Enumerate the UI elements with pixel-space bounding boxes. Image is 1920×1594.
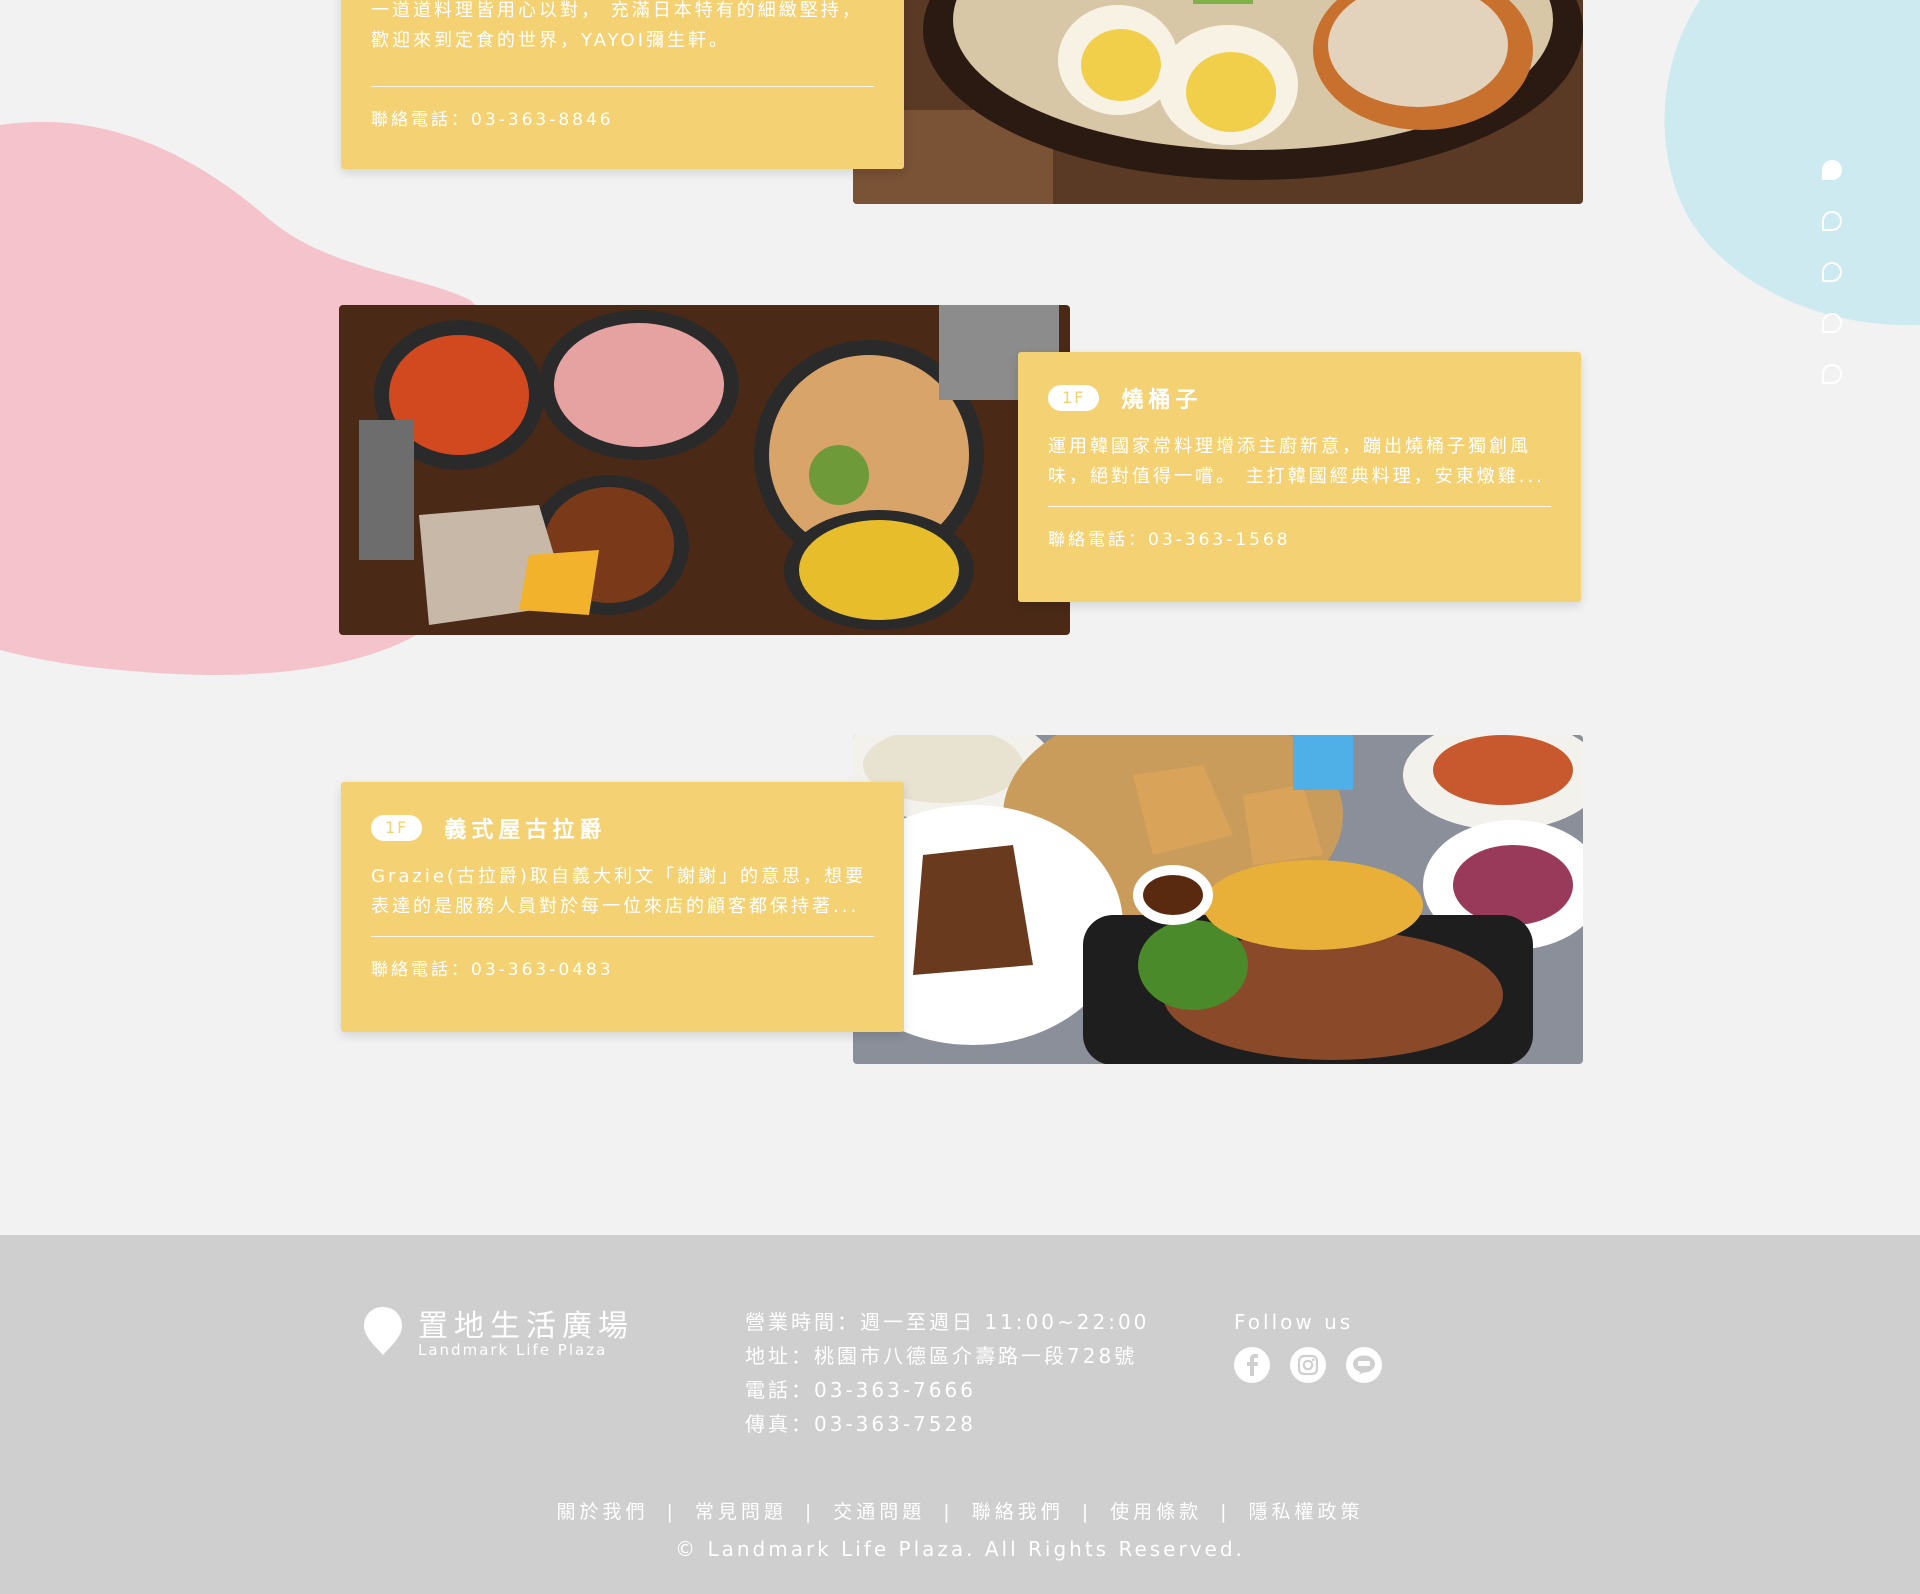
- section-nav-dot-4[interactable]: [1822, 313, 1842, 333]
- section-nav: [1822, 160, 1846, 415]
- link-separator: |: [666, 1501, 677, 1523]
- facebook-icon[interactable]: [1234, 1347, 1270, 1383]
- logo-chinese-name: 置地生活廣場: [418, 1309, 634, 1344]
- italian-meal-illustration: [853, 735, 1583, 1064]
- card-divider: [371, 936, 874, 937]
- follow-us: Follow us: [1234, 1305, 1382, 1383]
- site-footer: 置地生活廣場 Landmark Life Plaza 營業時間：週一至週日 11…: [0, 1235, 1920, 1594]
- floor-badge: 1F: [1048, 385, 1100, 411]
- section-nav-dot-1[interactable]: [1822, 160, 1842, 180]
- business-hours: 營業時間：週一至週日 11:00~22:00: [745, 1310, 1150, 1334]
- social-links: [1234, 1347, 1382, 1383]
- map-pin-icon: [364, 1307, 402, 1355]
- link-separator: |: [804, 1501, 816, 1523]
- card-divider: [1048, 506, 1551, 507]
- fax: 傳真：03-363-7528: [745, 1412, 976, 1436]
- card-divider: [371, 86, 874, 87]
- restaurant-card-grazie[interactable]: 1F 義式屋古拉爵 Grazie(古拉爵)取自義大利文「謝謝」的意思，想要表達的…: [341, 782, 904, 1032]
- link-about-us[interactable]: 關於我們: [556, 1501, 648, 1523]
- restaurant-card-shaotongzi[interactable]: 1F 燒桶子 運用韓國家常料理增添主廚新意，蹦出燒桶子獨創風味，絕對值得一嚐。 …: [1018, 352, 1581, 602]
- japanese-hotpot-photo[interactable]: [853, 0, 1583, 204]
- link-contact-us[interactable]: 聯絡我們: [972, 1501, 1064, 1523]
- follow-us-title: Follow us: [1234, 1310, 1354, 1334]
- line-icon[interactable]: [1346, 1347, 1382, 1383]
- blue-blob-decoration: [1664, 0, 1920, 326]
- section-nav-dot-2[interactable]: [1822, 211, 1842, 231]
- italian-steak-photo[interactable]: [853, 735, 1583, 1064]
- restaurant-card-yayoi[interactable]: 一道道料理皆用心以對， 充滿日本特有的細緻堅持， 歡迎來到定食的世界，YAYOI…: [341, 0, 904, 169]
- link-separator: |: [943, 1501, 954, 1523]
- logo-english-name: Landmark Life Plaza: [418, 1341, 608, 1359]
- section-nav-dot-5[interactable]: [1822, 364, 1842, 384]
- link-terms[interactable]: 使用條款: [1110, 1501, 1202, 1523]
- copyright: © Landmark Life Plaza. All Rights Reserv…: [675, 1537, 1245, 1561]
- restaurant-description: 一道道料理皆用心以對， 充滿日本特有的細緻堅持， 歡迎來到定食的世界，YAYOI…: [371, 0, 863, 51]
- footer-links: 關於我們 | 常見問題 | 交通問題 | 聯絡我們 | 使用條款 | 隱私權政策: [0, 1497, 1920, 1524]
- restaurant-phone: 聯絡電話：03-363-0483: [371, 960, 614, 980]
- korean-dishes-illustration: [339, 305, 1070, 635]
- instagram-icon[interactable]: [1290, 1347, 1326, 1383]
- restaurant-description: 運用韓國家常料理增添主廚新意，蹦出燒桶子獨創風味，絕對值得一嚐。 主打韓國經典料…: [1048, 436, 1545, 487]
- card-header: 1F 燒桶子: [1048, 382, 1551, 414]
- address: 地址：桃園市八德區介壽路一段728號: [745, 1344, 1138, 1368]
- restaurant-name[interactable]: 義式屋古拉爵: [444, 812, 606, 844]
- restaurant-phone: 聯絡電話：03-363-1568: [1048, 530, 1291, 550]
- link-transport[interactable]: 交通問題: [833, 1501, 925, 1523]
- page: 一道道料理皆用心以對， 充滿日本特有的細緻堅持， 歡迎來到定食的世界，YAYOI…: [0, 0, 1920, 1594]
- telephone: 電話：03-363-7666: [745, 1378, 976, 1402]
- link-privacy[interactable]: 隱私權政策: [1249, 1501, 1364, 1523]
- footer-logo[interactable]: 置地生活廣場 Landmark Life Plaza: [362, 1303, 642, 1363]
- link-separator: |: [1220, 1501, 1231, 1523]
- restaurant-phone: 聯絡電話：03-363-8846: [371, 110, 614, 130]
- korean-dishes-photo[interactable]: [339, 305, 1070, 635]
- card-header: 1F 義式屋古拉爵: [371, 812, 874, 844]
- restaurant-name[interactable]: 燒桶子: [1121, 382, 1202, 414]
- section-nav-dot-3[interactable]: [1822, 262, 1842, 282]
- link-faq[interactable]: 常見問題: [695, 1501, 787, 1523]
- link-separator: |: [1081, 1501, 1093, 1523]
- contact-info: 營業時間：週一至週日 11:00~22:00 地址：桃園市八德區介壽路一段728…: [745, 1305, 1149, 1441]
- hotpot-illustration: [853, 0, 1583, 204]
- floor-badge: 1F: [371, 815, 423, 841]
- restaurant-description: Grazie(古拉爵)取自義大利文「謝謝」的意思，想要表達的是服務人員對於每一位…: [371, 866, 866, 917]
